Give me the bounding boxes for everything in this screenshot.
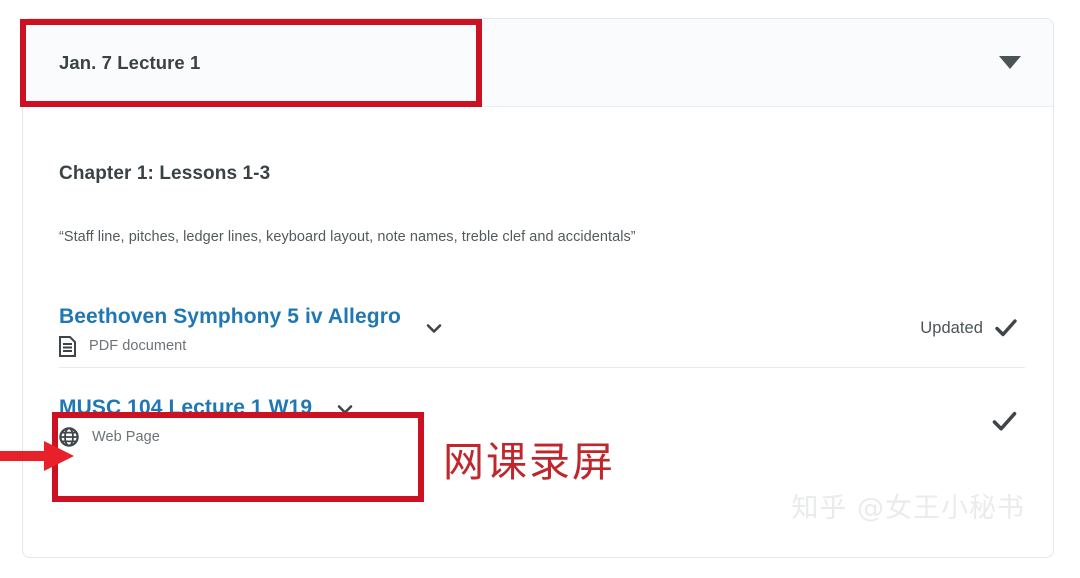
file-kind-label: Web Page	[92, 428, 160, 445]
globe-icon	[59, 427, 79, 447]
triangle-down-icon[interactable]	[995, 48, 1025, 78]
module-body: Chapter 1: Lessons 1-3 “Staff line, pitc…	[23, 163, 1053, 477]
file-row[interactable]: Beethoven Symphony 5 iv Allegro PDF docu…	[59, 305, 1025, 367]
file-list: Beethoven Symphony 5 iv Allegro PDF docu…	[59, 305, 1025, 477]
watermark: 知乎 @女王小秘书	[791, 493, 1025, 524]
file-kind-label: PDF document	[89, 338, 187, 355]
file-subline: PDF document	[59, 335, 401, 357]
module-header-title: Jan. 7 Lecture 1	[59, 51, 201, 73]
check-icon	[992, 411, 1017, 431]
document-icon	[59, 335, 76, 357]
file-main: MUSC 104 Lecture 1 W19 Web Page	[59, 396, 356, 447]
file-main: Beethoven Symphony 5 iv Allegro PDF docu…	[59, 305, 445, 357]
file-texts: Beethoven Symphony 5 iv Allegro PDF docu…	[59, 305, 401, 357]
module-header[interactable]: Jan. 7 Lecture 1	[23, 19, 1053, 107]
chapter-title: Chapter 1: Lessons 1-3	[59, 163, 271, 184]
module-card: Jan. 7 Lecture 1 Chapter 1: Lessons 1-3 …	[22, 18, 1054, 558]
triangle-down-glyph	[999, 56, 1021, 69]
status-label: Updated	[920, 318, 983, 337]
chevron-down-icon[interactable]	[334, 398, 356, 420]
file-title-link[interactable]: Beethoven Symphony 5 iv Allegro	[59, 305, 401, 330]
file-status: Updated	[920, 315, 1019, 341]
chevron-down-glyph	[426, 324, 442, 333]
file-row[interactable]: MUSC 104 Lecture 1 W19 Web Page	[59, 367, 1025, 477]
chevron-down-icon[interactable]	[423, 317, 445, 339]
file-title-link[interactable]: MUSC 104 Lecture 1 W19	[59, 396, 312, 421]
chapter-description: “Staff line, pitches, ledger lines, keyb…	[59, 229, 636, 245]
check-icon	[995, 319, 1017, 337]
screenshot-stage: Jan. 7 Lecture 1 Chapter 1: Lessons 1-3 …	[0, 0, 1080, 578]
file-texts: MUSC 104 Lecture 1 W19 Web Page	[59, 396, 312, 447]
file-subline: Web Page	[59, 427, 312, 447]
chevron-down-glyph	[337, 405, 353, 414]
file-status	[980, 407, 1019, 436]
